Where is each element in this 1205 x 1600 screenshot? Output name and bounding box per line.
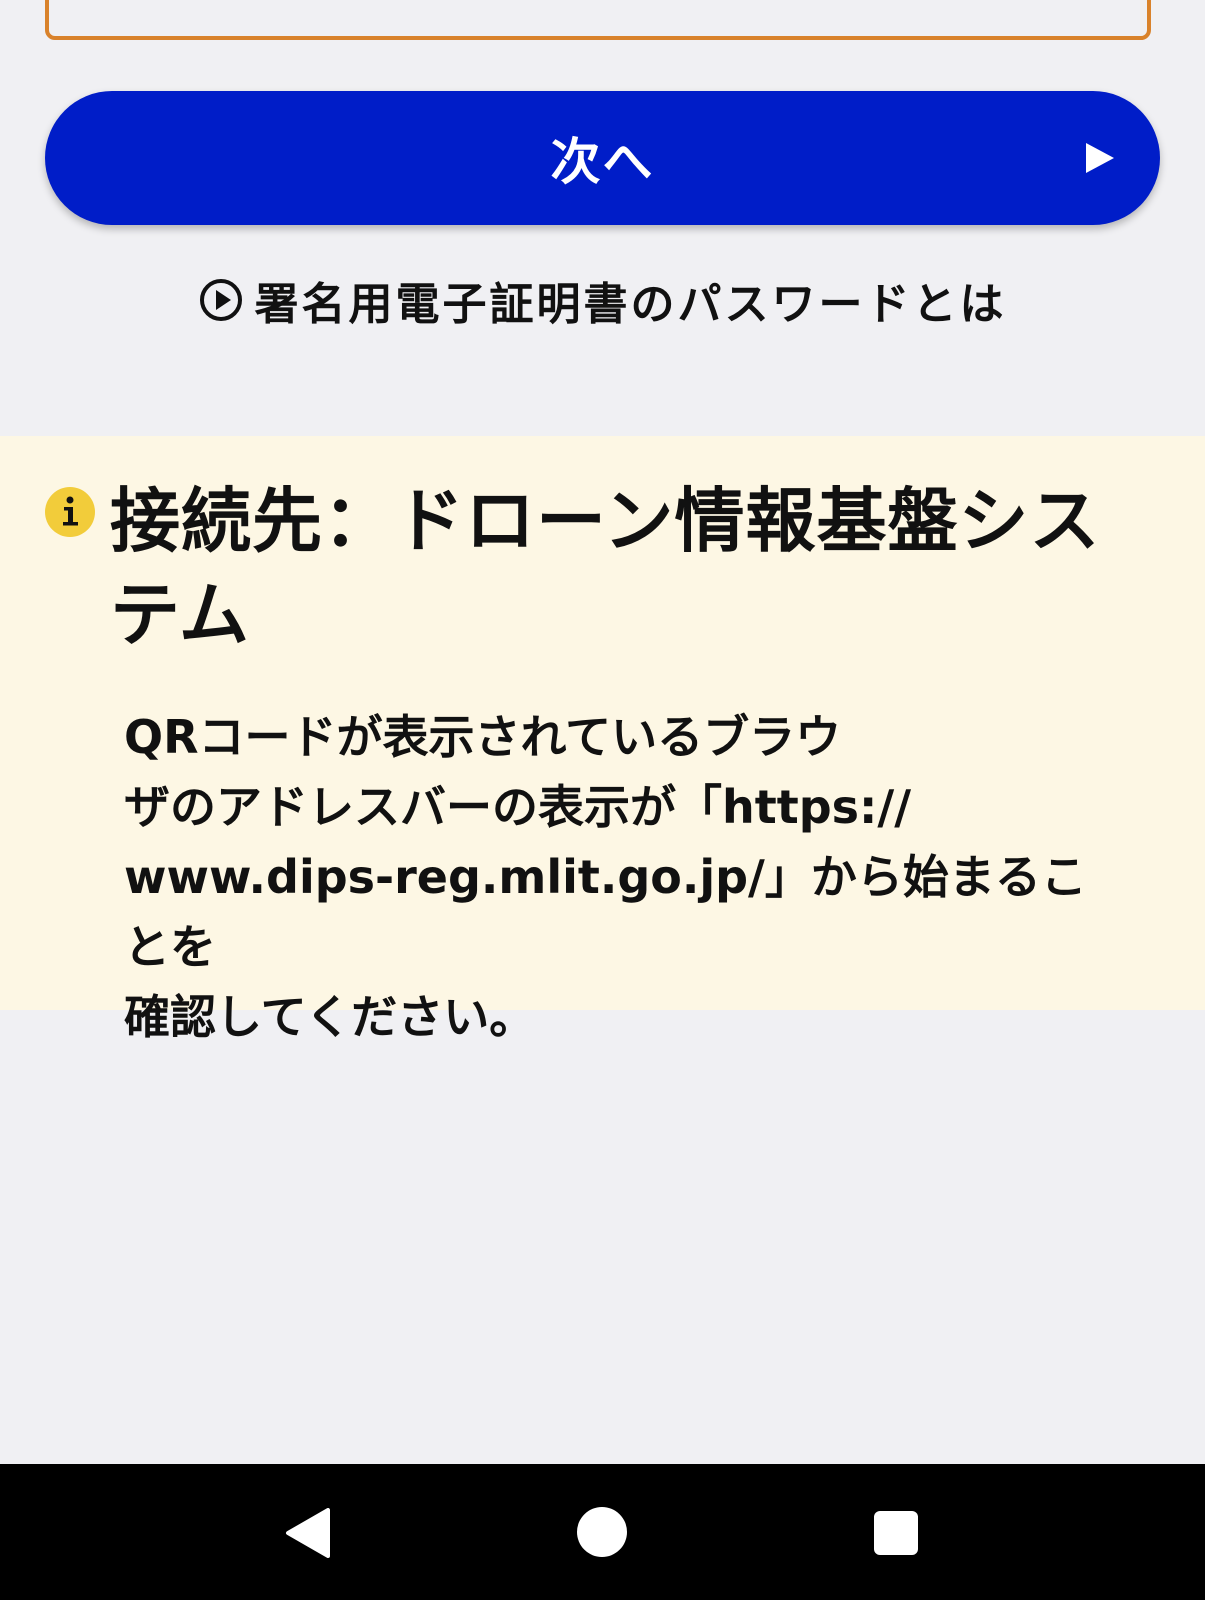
next-button[interactable]: 次へ [45,91,1160,225]
connection-info-panel: 接続先：ドローン情報基盤システム QRコードが表示されているブラウ ザのアドレス… [0,436,1205,1044]
password-help-link-label: 署名用電子証明書のパスワードとは [254,279,1007,330]
password-input[interactable] [45,0,1151,40]
circle-play-icon [199,279,242,321]
system-navigation-bar [0,1464,1205,1600]
play-arrow-icon [1086,143,1114,173]
info-body-line: QRコードが表示されているブラウ [124,710,842,764]
info-icon [45,487,95,537]
info-body-line: www.dips-reg.mlit.go.jp/」から始まることを [124,850,1087,974]
recents-square-icon[interactable] [874,1511,918,1555]
info-body-line: 確認してください。 [124,990,536,1044]
back-triangle-icon[interactable] [284,1508,332,1558]
home-circle-icon[interactable] [577,1507,627,1557]
password-help-link[interactable]: 署名用電子証明書のパスワードとは [0,268,1205,332]
screen: 次へ 署名用電子証明書のパスワードとは 接続先：ドローン情報基盤システム QRコ… [0,0,1205,1600]
connection-info-title: 接続先：ドローン情報基盤システム [110,480,1101,656]
next-button-label: 次へ [550,133,655,191]
connection-info-body: QRコードが表示されているブラウ ザのアドレスバーの表示が「https:// w… [124,702,1114,1052]
info-body-line: ザのアドレスバーの表示が「https:// [124,780,912,834]
